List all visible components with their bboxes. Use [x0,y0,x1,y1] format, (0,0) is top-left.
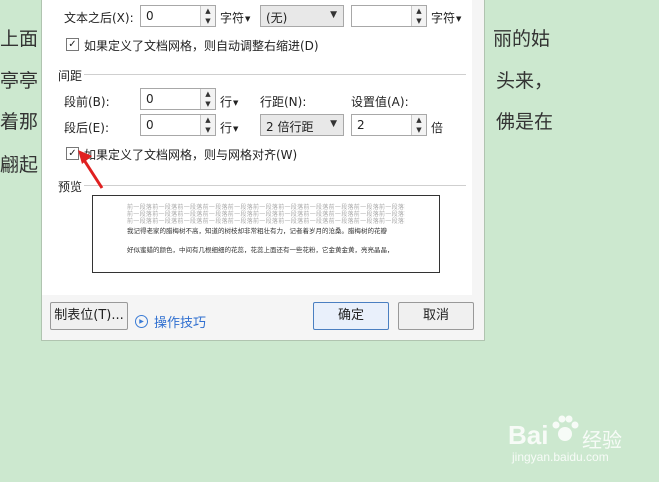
auto-indent-checkbox[interactable]: ✓ [66,38,79,51]
space-after-unit[interactable]: 行▼ [220,119,238,136]
setting-value: 2 [357,118,365,132]
paw-logo-icon [552,415,579,441]
dropdown-triangle-icon: ▼ [233,125,239,133]
spinner-arrows-icon[interactable]: ▲ ▼ [200,6,215,26]
setting-value-spinner[interactable]: 2 ▲ ▼ [351,114,427,136]
cancel-button[interactable]: 取消 [398,302,474,330]
dropdown-triangle-icon: ▼ [245,15,251,23]
setting-value-unit: 倍 [431,121,444,135]
line-spacing-select[interactable]: 2 倍行距 ▼ [260,114,344,136]
line-spacing-label: 行距(N): [260,95,307,109]
red-arrow-annotation-icon [78,150,104,189]
section-divider [84,185,466,186]
preview-box: 前一段落前一段落前一段落前一段落前一段落前一段落前一段落前一段落前一段落前一段落… [92,195,440,273]
text-after-spinner[interactable]: 0 ▲ ▼ [140,5,216,27]
snap-grid-label[interactable]: 如果定义了文档网格，则与网格对齐(W) [84,146,297,163]
watermark-url: jingyan.baidu.com [512,450,609,464]
text-after-value: 0 [146,9,154,23]
background-text-line-1: 上面 [0,28,39,50]
spinner-arrows-icon[interactable]: ▲ ▼ [411,115,426,135]
special-indent-select[interactable]: (无) ▼ [260,5,344,27]
setting-value-label: 设置值(A): [351,95,409,109]
spinner-arrows-icon[interactable]: ▲ ▼ [200,89,215,109]
tab-stops-button[interactable]: 制表位(T)... [50,302,128,330]
text-after-label: 文本之后(X): [64,11,134,25]
special-indent-value: (无) [266,11,288,25]
spinner-arrows-icon[interactable]: ▲ ▼ [411,6,426,26]
line-spacing-value: 2 倍行距 [266,120,314,134]
special-amount-unit[interactable]: 字符▼ [431,9,461,26]
spinner-arrows-icon[interactable]: ▲ ▼ [200,115,215,135]
background-text-line-2: 亭亭 [0,70,39,92]
dropdown-triangle-icon: ▼ [233,99,239,107]
space-before-unit[interactable]: 行▼ [220,93,238,110]
tips-link[interactable]: 操作技巧 [154,312,206,331]
background-text-right-3: 佛是在 [496,111,554,133]
text-after-unit[interactable]: 字符▼ [220,9,250,26]
play-circle-icon[interactable]: ▶ [135,315,148,328]
ok-button[interactable]: 确定 [313,302,389,330]
background-text-right-1: 丽的姑 [493,28,551,50]
watermark-suffix: 经验 [582,428,622,452]
space-after-value: 0 [146,118,154,132]
watermark-brand: Bai [508,420,549,450]
preview-sample-line: 好似蜜蜡的颜色，中间有几根细细的花蕊，花蕊上面还有一些花粉，它金黄金黄，亮亮晶晶… [127,246,394,254]
space-before-value: 0 [146,92,154,106]
preview-prev-paragraph-line: 前一段落前一段落前一段落前一段落前一段落前一段落前一段落前一段落前一段落前一段落… [127,218,405,225]
space-after-spinner[interactable]: 0 ▲ ▼ [140,114,216,136]
background-text-right-2: 头来， [496,70,554,92]
chevron-down-icon: ▼ [330,10,337,20]
auto-indent-label[interactable]: 如果定义了文档网格，则自动调整右缩进(D) [84,37,319,54]
special-amount-spinner[interactable]: ▲ ▼ [351,5,427,27]
dropdown-triangle-icon: ▼ [456,15,462,23]
preview-sample-line: 我记得老家的腊梅树不高，知道的树枝却非常粗壮有力，记者着岁月的沧桑。腊梅树的花瓣 [127,227,387,235]
chevron-down-icon: ▼ [330,119,337,129]
space-after-label: 段后(E): [64,121,109,135]
space-before-spinner[interactable]: 0 ▲ ▼ [140,88,216,110]
background-text-line-4: 翩起 [0,154,39,176]
spacing-section-title: 间距 [58,69,83,83]
background-text-line-3: 着那 [0,111,39,133]
section-divider [84,74,466,75]
space-before-label: 段前(B): [64,95,110,109]
